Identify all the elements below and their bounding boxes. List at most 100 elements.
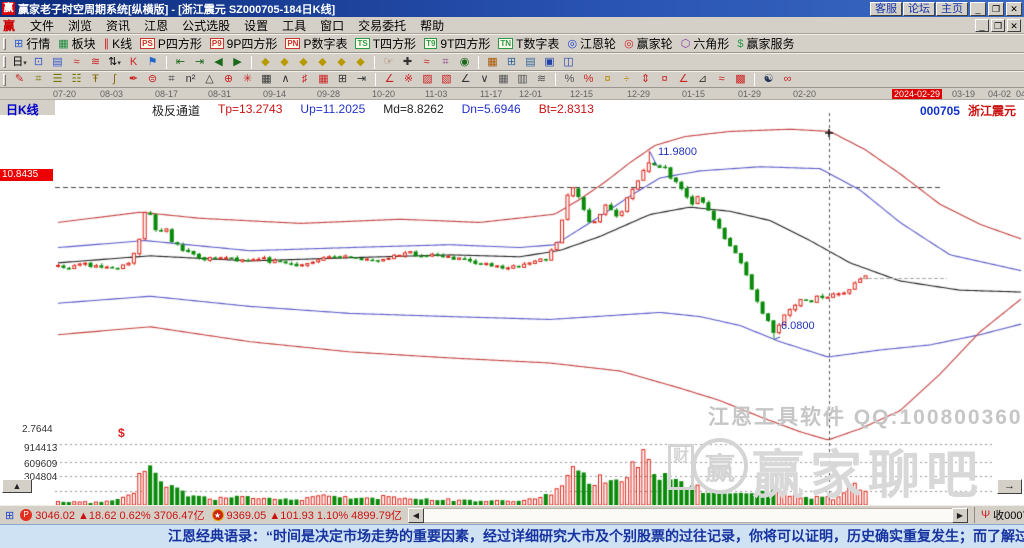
scrollbar-left-arrow-icon[interactable]: ◀	[407, 507, 424, 523]
hash-tool-button[interactable]: ⌗	[163, 72, 180, 87]
net-tool-button[interactable]: ▦	[258, 72, 275, 87]
child-restore-button[interactable]: ❐	[991, 18, 1005, 32]
starburst-tool-button[interactable]: ✳	[239, 72, 256, 87]
scrollbar-right-arrow-icon[interactable]: ▶	[951, 507, 968, 523]
waves-tool-button[interactable]: ≋	[533, 72, 550, 87]
last-page-button[interactable]: ⇥	[191, 55, 208, 70]
winner-wheel-button[interactable]: ◎ 赢家轮	[620, 35, 677, 52]
web-tool-button[interactable]: ⌗	[437, 55, 454, 70]
peak-tool-button[interactable]: ∧	[277, 72, 294, 87]
trend-wave-button[interactable]: ≈	[418, 55, 435, 70]
pen2-button[interactable]: ✒	[125, 72, 142, 87]
p-square-button[interactable]: PS P四方形	[136, 35, 206, 52]
prev-bar-button[interactable]: ◀	[210, 55, 227, 70]
wave-9-button[interactable]: ≋	[87, 55, 104, 70]
target-tool-button[interactable]: ⊕	[220, 72, 237, 87]
golden-b-button[interactable]: ÷	[618, 72, 635, 87]
hexagon-button[interactable]: ⬡ 六角形	[677, 35, 734, 52]
candle-style-button[interactable]: ⇅▾	[106, 55, 123, 70]
shade-c-button[interactable]: ▩	[732, 72, 749, 87]
wave-3-button[interactable]: ≈	[68, 55, 85, 70]
quote-window-button[interactable]: ⊡	[30, 55, 47, 70]
titlebar-link-客服[interactable]: 客服	[870, 1, 902, 16]
golden-c-button[interactable]: ¤	[656, 72, 673, 87]
t-number-table-button[interactable]: TN T数字表	[494, 35, 563, 52]
gann-lines-button[interactable]: ☰	[49, 72, 66, 87]
compress-h-button[interactable]: ◆	[314, 55, 331, 70]
angle-f-button[interactable]: ∠	[675, 72, 692, 87]
menu-公式选股[interactable]: 公式选股	[175, 17, 237, 34]
horizontal-scrollbar[interactable]: ◀ ▶	[407, 507, 968, 523]
angle-tool-button[interactable]: △	[201, 72, 218, 87]
p-number-table-button[interactable]: PN P数字表	[281, 35, 351, 52]
child-minimize-button[interactable]: _	[975, 18, 989, 32]
notes-button[interactable]: ▤	[522, 55, 539, 70]
quote-grid-icon[interactable]: ⊞	[5, 509, 14, 522]
crosshair-button[interactable]: ✚	[399, 55, 416, 70]
9t-square-button[interactable]: T9 9T四方形	[420, 35, 494, 52]
gann-grid-button[interactable]: ⌗	[30, 72, 47, 87]
tab-right-button[interactable]: ⇥	[353, 72, 370, 87]
percent-b-button[interactable]: %	[580, 72, 597, 87]
menu-文件[interactable]: 文件	[23, 17, 61, 34]
anchor-tool-button[interactable]: ∠	[381, 72, 398, 87]
fence-tool-button[interactable]: ♯	[296, 72, 313, 87]
expand-v-button[interactable]: ◆	[333, 55, 350, 70]
calendar-button[interactable]: ▦	[484, 55, 501, 70]
menu-工具[interactable]: 工具	[275, 17, 313, 34]
menu-设置[interactable]: 设置	[237, 17, 275, 34]
menu-帮助[interactable]: 帮助	[413, 17, 451, 34]
titlebar-link-主页[interactable]: 主页	[936, 1, 968, 16]
menu-资讯[interactable]: 资讯	[99, 17, 137, 34]
period-day-button[interactable]: 日▾	[11, 55, 28, 70]
kline-button[interactable]: ∥ K线	[100, 35, 137, 52]
golden-a-button[interactable]: ¤	[599, 72, 616, 87]
angle-g-button[interactable]: ⊿	[694, 72, 711, 87]
shade-b-tool-button[interactable]: ▧	[438, 72, 455, 87]
angle2-tool-button[interactable]: ∠	[457, 72, 474, 87]
child-close-button[interactable]: ✕	[1007, 18, 1021, 32]
menu-江恩[interactable]: 江恩	[137, 17, 175, 34]
k-chart-button[interactable]: K	[125, 55, 142, 70]
infinity-button[interactable]: ∞	[779, 72, 796, 87]
9p-square-button[interactable]: P9 9P四方形	[206, 35, 281, 52]
winner-service-button[interactable]: $ 赢家服务	[733, 35, 798, 52]
gann-wheel-button[interactable]: ◎ 江恩轮	[563, 35, 620, 52]
yinyang-button[interactable]: ☯	[760, 72, 777, 87]
sectors-button[interactable]: ▦ 板块	[54, 35, 99, 52]
scrollbar-track[interactable]	[423, 507, 952, 523]
titlebar-link-论坛[interactable]: 论坛	[903, 1, 935, 16]
lines-button[interactable]: ≈	[713, 72, 730, 87]
close-button[interactable]: ✕	[1006, 1, 1022, 16]
scroll-right-button[interactable]: →	[997, 479, 1022, 494]
flag-button[interactable]: ⚑	[144, 55, 161, 70]
draw-pen-button[interactable]: ✎	[11, 72, 28, 87]
first-page-button[interactable]: ⇤	[172, 55, 189, 70]
info-window-button[interactable]: ▤	[49, 55, 66, 70]
quotes-button[interactable]: ⊞ 行情	[10, 35, 54, 52]
gann-fan-lines-button[interactable]: ☷	[68, 72, 85, 87]
menu-浏览[interactable]: 浏览	[61, 17, 99, 34]
grid-square-button[interactable]: ⊞	[334, 72, 351, 87]
t-square-button[interactable]: TS T四方形	[351, 35, 420, 52]
zoom-diamond-2-button[interactable]: ◆	[276, 55, 293, 70]
percent-a-button[interactable]: %	[561, 72, 578, 87]
restore-button[interactable]: ❐	[988, 1, 1004, 16]
menu-交易委托[interactable]: 交易委托	[351, 17, 413, 34]
expand-h-button[interactable]: ◆	[295, 55, 312, 70]
next-bar-button[interactable]: ▶	[229, 55, 246, 70]
menu-窗口[interactable]: 窗口	[313, 17, 351, 34]
check-tool-button[interactable]: ∨	[476, 72, 493, 87]
n2-tool-button[interactable]: n²	[182, 72, 199, 87]
shade-a-tool-button[interactable]: ▨	[419, 72, 436, 87]
zoom-diamond-1-button[interactable]: ◆	[257, 55, 274, 70]
compress-v-button[interactable]: ◆	[352, 55, 369, 70]
fence2-tool-button[interactable]: ▦	[315, 72, 332, 87]
updown-button[interactable]: ⇕	[637, 72, 654, 87]
drag-hand-button[interactable]: ☞	[380, 55, 397, 70]
calculator-button[interactable]: ⊞	[503, 55, 520, 70]
volume-expand-button[interactable]: ▲	[2, 479, 32, 493]
rays-tool-button[interactable]: ※	[400, 72, 417, 87]
grid-d-tool-button[interactable]: ▦	[495, 72, 512, 87]
globe-button[interactable]: ◉	[456, 55, 473, 70]
